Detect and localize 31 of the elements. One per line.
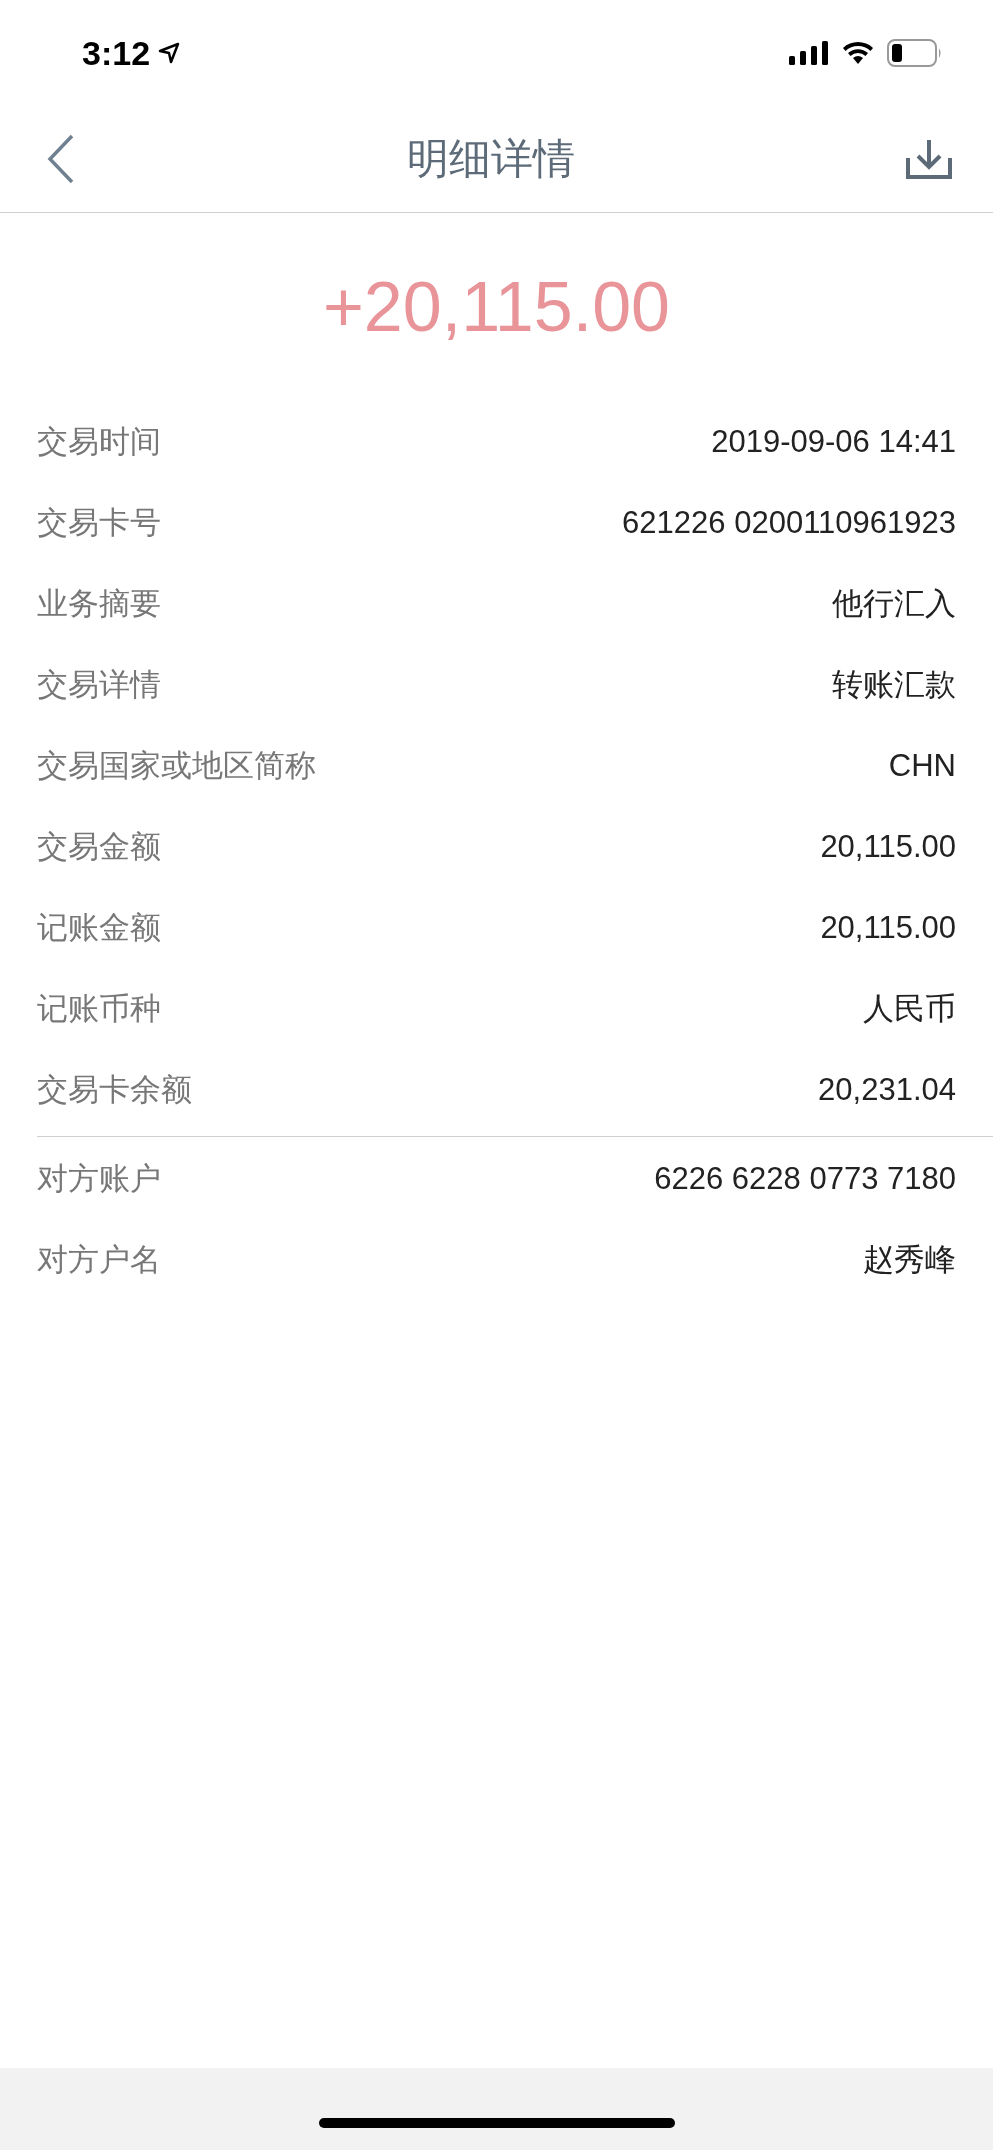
field-label: 交易卡余额: [37, 1070, 192, 1109]
field-label: 对方账户: [37, 1159, 161, 1198]
field-value: 6226 6228 0773 7180: [654, 1160, 956, 1197]
field-label: 对方户名: [37, 1240, 161, 1279]
field-label: 业务摘要: [37, 584, 161, 623]
field-value: 赵秀峰: [863, 1240, 956, 1279]
page-title: 明细详情: [405, 134, 576, 184]
signal-icon: [789, 41, 829, 65]
field-label: 记账币种: [37, 989, 161, 1028]
field-label: 交易国家或地区简称: [37, 746, 316, 785]
field-value: 转账汇款: [832, 665, 956, 704]
transaction-amount: +20,115.00: [322, 267, 671, 347]
status-time: 3:12: [82, 33, 151, 73]
wifi-icon: [841, 40, 875, 66]
download-icon[interactable]: [905, 138, 953, 180]
field-value: 20,115.00: [820, 828, 956, 865]
field-value: 20,115.00: [820, 909, 956, 946]
field-label: 交易卡号: [37, 503, 161, 542]
battery-icon: [887, 39, 943, 67]
field-value: 2019-09-06 14:41: [711, 423, 956, 460]
field-label: 交易金额: [37, 827, 161, 866]
field-value: 20,231.04: [818, 1071, 956, 1108]
field-value: CHN: [888, 747, 956, 784]
field-value: 他行汇入: [832, 584, 956, 623]
location-arrow-icon: [158, 42, 181, 64]
field-label: 交易时间: [37, 422, 161, 461]
field-label: 交易详情: [37, 665, 161, 704]
field-label: 记账金额: [37, 908, 161, 947]
field-value: 人民币: [863, 989, 956, 1028]
back-icon[interactable]: [46, 133, 76, 185]
field-value: 621226 0200110961923: [622, 504, 956, 541]
